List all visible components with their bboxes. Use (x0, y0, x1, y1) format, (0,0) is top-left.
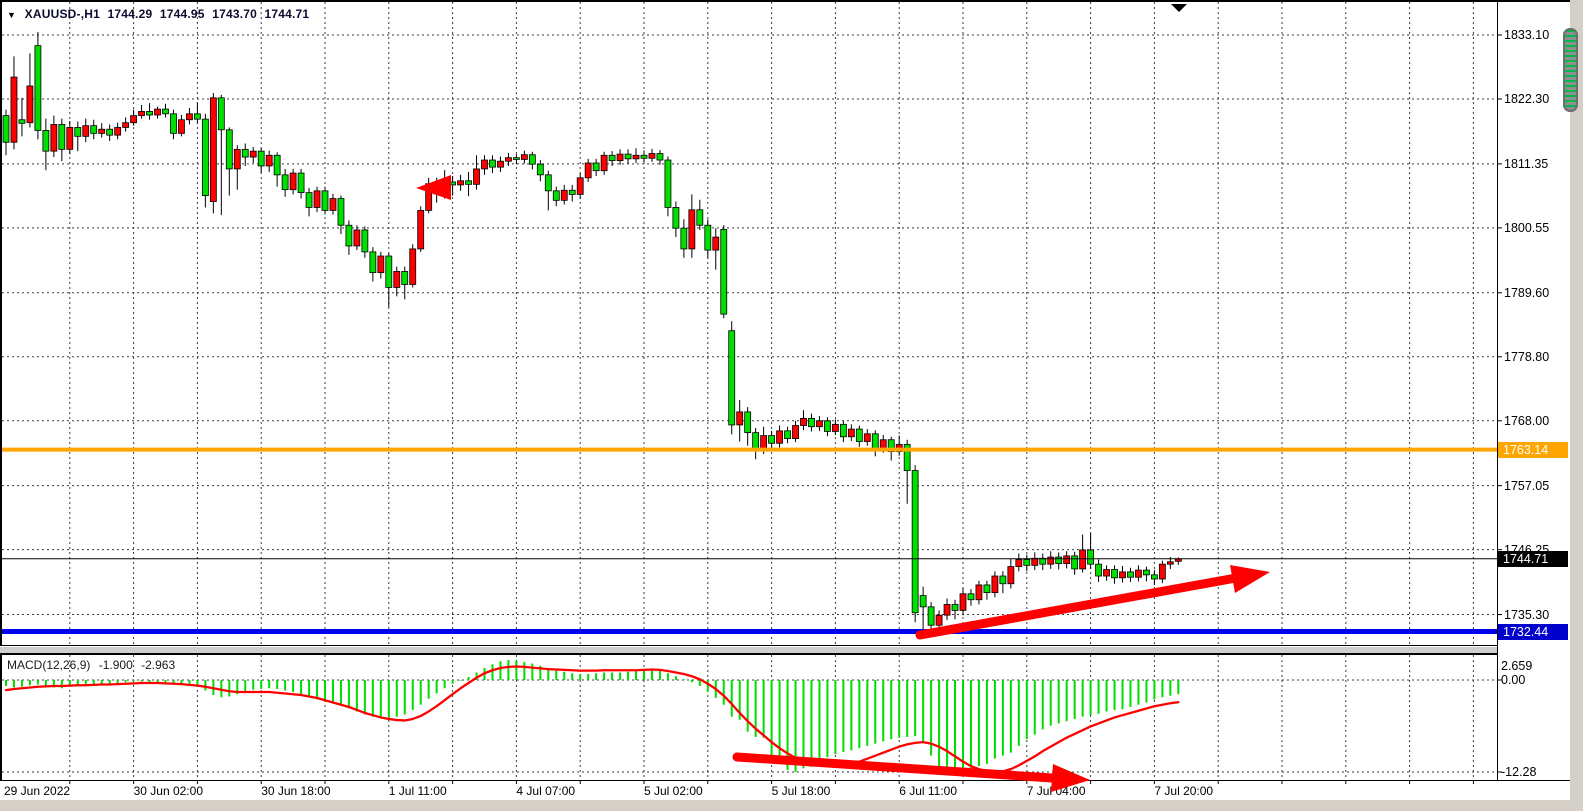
macd-name: MACD(12,26,9) (7, 658, 90, 672)
macd-axis-label: 0.00 (1501, 672, 1525, 688)
macd-indicator-label: MACD(12,26,9) -1.900 -2.963 (7, 658, 180, 672)
time-axis-label: 5 Jul 18:00 (772, 784, 831, 798)
time-axis-label: 29 Jun 2022 (4, 784, 70, 798)
right-gutter (1570, 0, 1583, 800)
price-axis-label: 1757.05 (1504, 478, 1549, 494)
symbol-ohlc-label: ▼ XAUUSD-,H1 1744.29 1744.95 1743.70 174… (7, 7, 313, 21)
price-axis-label: 1789.60 (1504, 285, 1549, 301)
blue-level-price-tag: 1732.44 (1498, 624, 1568, 640)
dropdown-triangle-icon[interactable]: ▼ (7, 10, 16, 20)
ohlc-low: 1743.70 (212, 7, 257, 21)
macd-axis-label: -12.28 (1501, 764, 1536, 780)
time-axis-label: 7 Jul 04:00 (1027, 784, 1086, 798)
current-price-tag: 1744.71 (1498, 551, 1568, 567)
time-axis-label: 4 Jul 07:00 (516, 784, 575, 798)
price-axis[interactable]: 1833.10 1822.30 1811.35 1800.55 1789.60 1778.… (1497, 2, 1570, 780)
main-chart-panel[interactable] (0, 2, 1497, 646)
time-axis-label: 5 Jul 02:00 (644, 784, 703, 798)
ohlc-open: 1744.29 (108, 7, 153, 21)
symbol-name: XAUUSD-,H1 (25, 7, 100, 21)
price-axis-label: 1833.10 (1504, 27, 1549, 43)
time-axis-label: 1 Jul 11:00 (389, 784, 447, 798)
orange-level-price-tag: 1763.14 (1498, 442, 1568, 458)
price-axis-label: 1735.30 (1504, 607, 1549, 623)
ohlc-close: 1744.71 (265, 7, 310, 21)
macd-signal-value: -2.963 (141, 658, 175, 672)
time-axis-label: 30 Jun 18:00 (261, 784, 330, 798)
price-axis-label: 1800.55 (1504, 220, 1549, 236)
scroll-thumb[interactable] (1563, 28, 1578, 112)
price-axis-label: 1768.00 (1504, 413, 1549, 429)
time-axis-label: 6 Jul 11:00 (899, 784, 957, 798)
macd-main-value: -1.900 (99, 658, 133, 672)
mt4-chart-window: 1833.10 1822.30 1811.35 1800.55 1789.60 1778.… (0, 0, 1583, 811)
macd-panel[interactable] (0, 653, 1497, 780)
time-axis-label: 30 Jun 02:00 (134, 784, 203, 798)
price-axis-label: 1811.35 (1504, 156, 1548, 172)
price-axis-label: 1778.80 (1504, 349, 1549, 365)
price-axis-label: 1822.30 (1504, 91, 1549, 107)
bottom-strip (0, 800, 1583, 811)
ohlc-high: 1744.95 (160, 7, 205, 21)
time-axis[interactable]: 29 Jun 2022 30 Jun 02:00 30 Jun 18:00 1 Jul… (0, 780, 1570, 800)
time-axis-label: 7 Jul 20:00 (1154, 784, 1213, 798)
